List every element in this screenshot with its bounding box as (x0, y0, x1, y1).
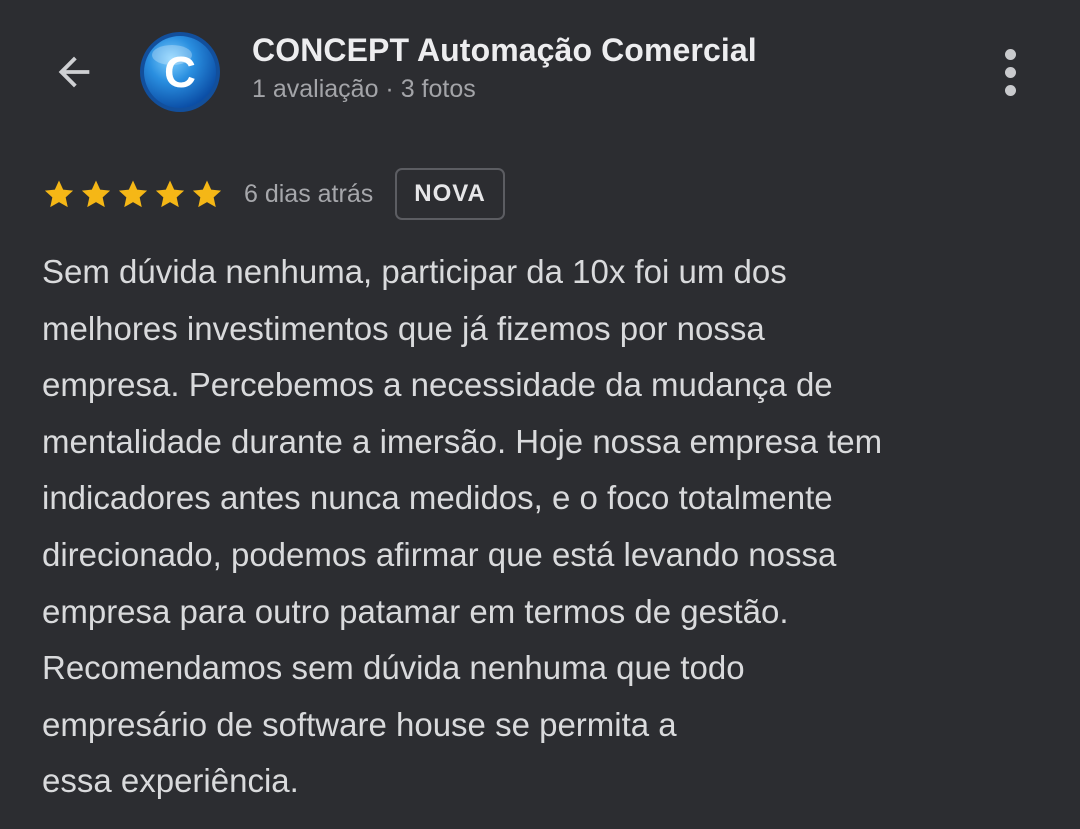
back-button[interactable] (40, 38, 108, 106)
review-text-line: indicadores antes nunca medidos, e o foc… (42, 479, 833, 517)
review-text-line: direcionado, podemos afirmar que está le… (42, 535, 837, 573)
star-icon (155, 180, 185, 208)
business-logo-avatar[interactable]: C (139, 31, 221, 113)
star-icon (81, 180, 111, 208)
review-meta: 6 dias atrás NOVA (42, 166, 505, 222)
review-text-line: empresa. Percebemos a necessidade da mud… (42, 366, 833, 404)
more-vertical-icon-dot (1004, 66, 1016, 78)
more-vertical-icon-dot (1004, 84, 1016, 96)
star-icon (118, 180, 148, 208)
business-title[interactable]: CONCEPT Automação Comercial (252, 30, 757, 70)
star-rating (42, 177, 224, 211)
review-summary: 1 avaliação · 3 fotos (252, 75, 476, 103)
avatar-letter: C (164, 48, 196, 97)
review-text-line: empresário de software house se permita … (42, 705, 677, 743)
more-vertical-icon (1004, 48, 1016, 60)
review-text-line: Sem dúvida nenhuma, participar da 10x fo… (42, 253, 787, 290)
review-text: Sem dúvida nenhuma, participar da 10x fo… (42, 244, 1052, 810)
review-text-line: empresa para outro patamar em termos de … (42, 592, 789, 630)
review-text-line: Recomendamos sem dúvida nenhuma que todo (42, 649, 745, 687)
arrow-back-icon (58, 56, 90, 88)
title-block: CONCEPT Automação Comercial 1 avaliação … (252, 30, 757, 106)
review-text-line: essa experiência. (42, 762, 299, 800)
star-icon (44, 180, 74, 208)
star-icon (192, 180, 222, 208)
new-badge: NOVA (395, 168, 505, 220)
review-date: 6 dias atrás (244, 179, 374, 208)
app-header: C CONCEPT Automação Comercial 1 avaliaçã… (0, 0, 1080, 140)
review-text-line: melhores investimentos que já fizemos po… (42, 309, 765, 347)
review-text-line: mentalidade durante a imersão. Hoje noss… (42, 422, 883, 460)
more-options-button[interactable] (986, 44, 1034, 100)
